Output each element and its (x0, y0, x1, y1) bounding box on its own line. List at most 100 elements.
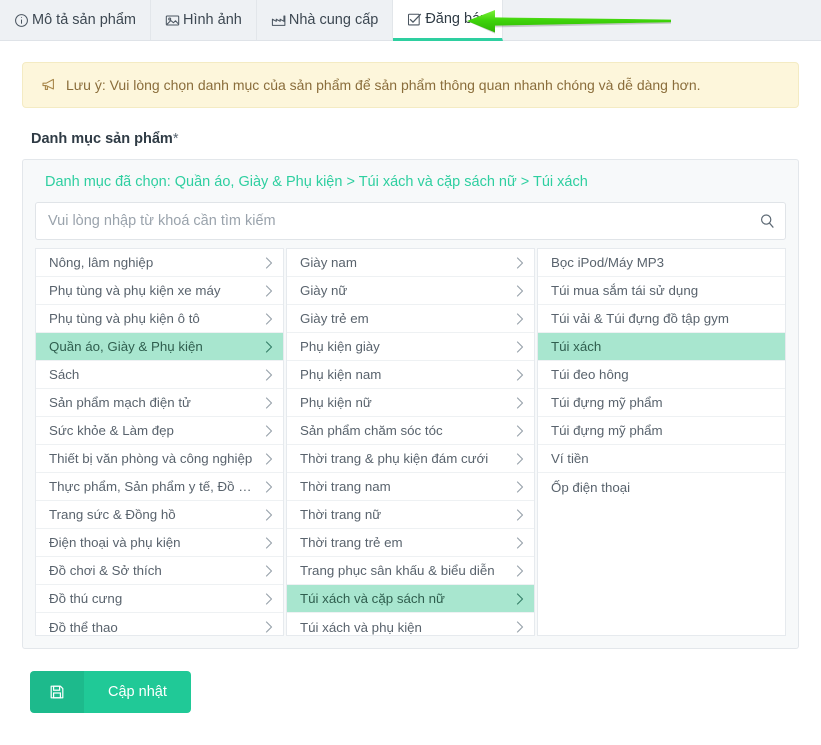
category-item[interactable]: Thiết bị văn phòng và công nghiệp (36, 445, 283, 473)
category-item-label: Túi đựng mỹ phẩm (551, 395, 663, 410)
category-item-label: Ví tiền (551, 451, 589, 466)
category-item[interactable]: Thời trang & phụ kiện đám cưới (287, 445, 534, 473)
category-item[interactable]: Đồ thú cưng (36, 585, 283, 613)
category-item[interactable]: Phụ kiện giày (287, 333, 534, 361)
category-column-level-1[interactable]: Nông, lâm nghiệp Phụ tùng và phụ kiện xe … (35, 248, 284, 636)
chevron-right-icon (515, 564, 525, 578)
category-item[interactable]: Đồ thể thao (36, 613, 283, 636)
category-item-label: Giày nam (300, 255, 357, 270)
chevron-right-icon (264, 508, 274, 522)
category-item-label: Sức khỏe & Làm đẹp (49, 423, 174, 438)
chevron-right-icon (515, 256, 525, 270)
category-item[interactable]: Túi đeo hông (538, 361, 785, 389)
section-title-text: Danh mục sản phẩm (31, 131, 173, 147)
category-item[interactable]: Túi xách và phụ kiện (287, 613, 534, 636)
category-item-label: Điện thoại và phụ kiện (49, 535, 181, 550)
category-item[interactable]: Túi xách và cặp sách nữ (287, 585, 534, 613)
category-item[interactable]: Sản phẩm chăm sóc tóc (287, 417, 534, 445)
category-item-label: Bọc iPod/Máy MP3 (551, 255, 664, 270)
update-button[interactable]: Cập nhật (30, 671, 191, 713)
category-item[interactable]: Phụ kiện nam (287, 361, 534, 389)
category-item[interactable]: Sách (36, 361, 283, 389)
category-columns: Nông, lâm nghiệp Phụ tùng và phụ kiện xe … (35, 248, 786, 648)
category-item[interactable]: Phụ kiện nữ (287, 389, 534, 417)
chevron-right-icon (515, 508, 525, 522)
category-item-label: Nông, lâm nghiệp (49, 255, 153, 270)
tab-bar-filler (503, 0, 821, 40)
category-item[interactable]: Quần áo, Giày & Phụ kiện (36, 333, 283, 361)
category-item[interactable]: Thời trang nam (287, 473, 534, 501)
notice-banner: Lưu ý: Vui lòng chọn danh mục của sản ph… (22, 62, 799, 108)
category-item[interactable]: Túi mua sắm tái sử dụng (538, 277, 785, 305)
category-item-label: Phụ kiện nữ (300, 395, 372, 410)
category-item[interactable]: Sản phẩm mạch điện tử (36, 389, 283, 417)
category-item[interactable]: Bọc iPod/Máy MP3 (538, 249, 785, 277)
category-column-level-2[interactable]: Giày nam Giày nữGiày trẻ em Phụ kiện giày P… (286, 248, 535, 636)
category-item-label: Túi xách và cặp sách nữ (300, 591, 445, 606)
category-item-label: Phụ kiện giày (300, 339, 380, 354)
tab-nha-cung-cap[interactable]: Nhà cung cấp (257, 0, 393, 40)
tab-dang-ban[interactable]: Đăng bán (393, 0, 503, 41)
category-item-label: Phụ tùng và phụ kiện xe máy (49, 283, 221, 298)
category-item[interactable]: Phụ tùng và phụ kiện xe máy (36, 277, 283, 305)
category-item-label: Thời trang nam (300, 479, 391, 494)
category-item-label: Sách (49, 367, 79, 382)
category-item[interactable]: Túi xách (538, 333, 785, 361)
chevron-right-icon (515, 368, 525, 382)
tab-label: Nhà cung cấp (289, 13, 378, 28)
chevron-right-icon (515, 592, 525, 606)
category-column-level-3[interactable]: Bọc iPod/Máy MP3Túi mua sắm tái sử dụngT… (537, 248, 786, 636)
category-item[interactable]: Túi đựng mỹ phẩm (538, 417, 785, 445)
category-item[interactable]: Sức khỏe & Làm đẹp (36, 417, 283, 445)
search-input[interactable] (36, 203, 785, 239)
category-item-label: Trang phục sân khấu & biểu diễn (300, 563, 495, 578)
chevron-right-icon (264, 312, 274, 326)
category-item[interactable]: Giày nữ (287, 277, 534, 305)
category-item[interactable]: Điện thoại và phụ kiện (36, 529, 283, 557)
tab-mo-ta-san-pham[interactable]: Mô tả sản phẩm (0, 0, 151, 40)
form-footer: Cập nhật (0, 649, 821, 713)
category-item[interactable]: Túi vải & Túi đựng đồ tập gym (538, 305, 785, 333)
chevron-right-icon (264, 368, 274, 382)
chosen-category-breadcrumb: Danh mục đã chọn: Quần áo, Giày & Phụ ki… (35, 172, 786, 202)
bullhorn-icon (41, 77, 57, 93)
category-item-label: Túi đựng mỹ phẩm (551, 423, 663, 438)
tab-label: Mô tả sản phẩm (32, 13, 136, 28)
category-item[interactable]: Trang sức & Đồng hồ (36, 501, 283, 529)
category-item-label: Túi đeo hông (551, 367, 629, 382)
tab-hinh-anh[interactable]: Hình ảnh (151, 0, 257, 40)
category-item-label: Đồ thể thao (49, 620, 118, 635)
chevron-right-icon (264, 340, 274, 354)
chevron-right-icon (264, 536, 274, 550)
category-item[interactable]: Thực phẩm, Sản phẩm y tế, Đồ uống (36, 473, 283, 501)
chevron-right-icon (264, 564, 274, 578)
chevron-right-icon (515, 340, 525, 354)
category-item[interactable]: Túi đựng mỹ phẩm (538, 389, 785, 417)
category-item-label: Ốp điện thoại (551, 480, 630, 495)
category-item[interactable]: Đồ chơi & Sở thích (36, 557, 283, 585)
category-item-label: Thực phẩm, Sản phẩm y tế, Đồ uống (49, 479, 258, 494)
category-item[interactable]: Trang phục sân khấu & biểu diễn (287, 557, 534, 585)
save-icon (30, 671, 84, 713)
category-item[interactable]: Ví tiền (538, 445, 785, 473)
chevron-right-icon (515, 620, 525, 634)
category-item[interactable]: Phụ tùng và phụ kiện ô tô (36, 305, 283, 333)
category-item[interactable]: Ốp điện thoại (538, 473, 785, 501)
category-item[interactable]: Nông, lâm nghiệp (36, 249, 283, 277)
category-item-label: Phụ tùng và phụ kiện ô tô (49, 311, 200, 326)
category-item[interactable]: Giày trẻ em (287, 305, 534, 333)
category-item-label: Sản phẩm mạch điện tử (49, 395, 191, 410)
category-item[interactable]: Thời trang trẻ em (287, 529, 534, 557)
required-mark: * (173, 131, 179, 147)
chevron-right-icon (264, 620, 274, 634)
chevron-right-icon (264, 592, 274, 606)
category-item-label: Túi xách và phụ kiện (300, 620, 422, 635)
notice-text: Lưu ý: Vui lòng chọn danh mục của sản ph… (66, 77, 701, 93)
search-icon[interactable] (759, 213, 775, 229)
tab-label: Hình ảnh (183, 13, 242, 28)
factory-icon (271, 13, 286, 28)
chevron-right-icon (264, 284, 274, 298)
category-item[interactable]: Thời trang nữ (287, 501, 534, 529)
chevron-right-icon (515, 424, 525, 438)
category-item[interactable]: Giày nam (287, 249, 534, 277)
